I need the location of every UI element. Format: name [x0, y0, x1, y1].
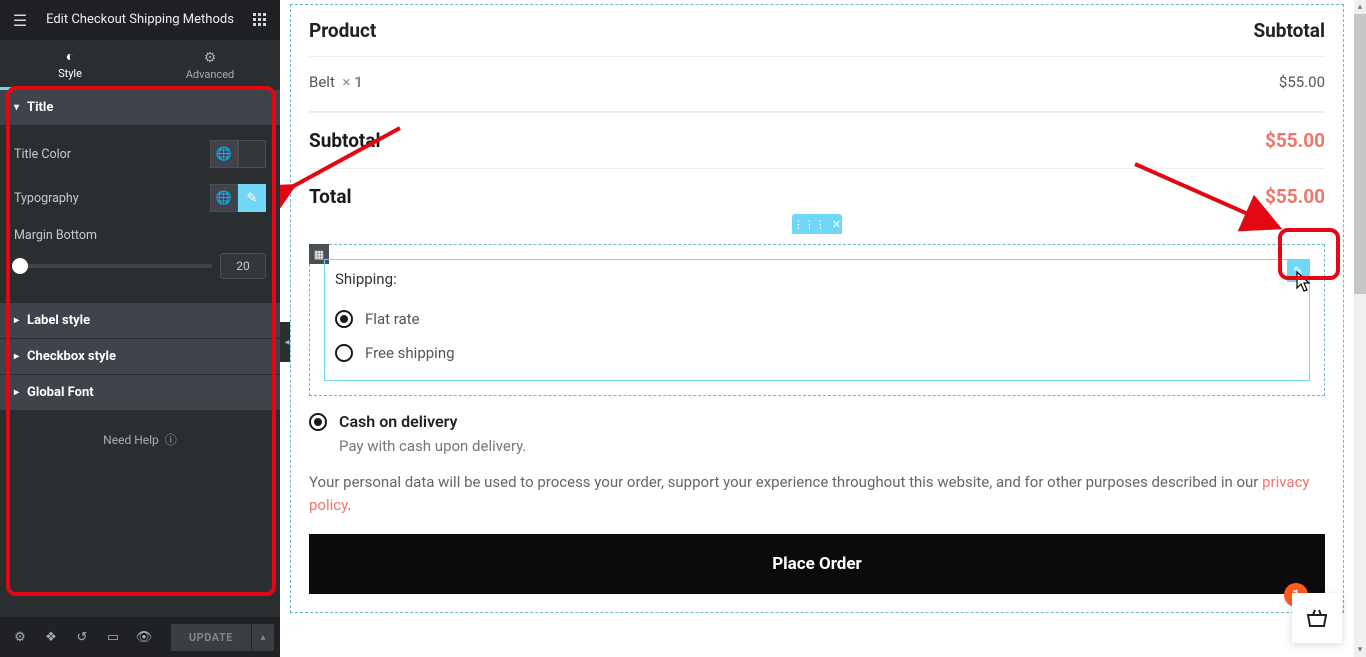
sidebar-title: Edit Checkout Shipping Methods — [32, 8, 248, 32]
scroll-down-icon[interactable]: ▾ — [1354, 643, 1366, 657]
privacy-text: Your personal data will be used to proce… — [309, 471, 1325, 516]
shipping-title: Shipping: — [335, 270, 1299, 288]
help-icon: ⓘ — [165, 431, 177, 448]
sidebar-sections: ▾ Title Title Color 🌐 Typography 🌐 ✎ Mar… — [0, 90, 280, 617]
apps-icon[interactable] — [248, 8, 272, 32]
order-table-header: Product Subtotal — [309, 5, 1325, 56]
shipping-option-flat[interactable]: Flat rate — [335, 302, 1299, 336]
typography-label: Typography — [14, 191, 79, 206]
payment-cod-desc: Pay with cash upon delivery. — [339, 437, 1325, 455]
shipping-widget[interactable]: ✎ Shipping: Flat rate Free shipping — [324, 259, 1310, 381]
preview-area: Product Subtotal Belt × 1 $55.00 Subtota… — [280, 0, 1354, 657]
update-button[interactable]: UPDATE — [171, 624, 251, 651]
total-label: Total — [309, 185, 352, 208]
sidebar-tabs: ◐ Style ⚙ Advanced — [0, 40, 280, 90]
caret-right-icon: ▸ — [14, 351, 19, 362]
pencil-icon[interactable]: ✎ — [238, 184, 266, 212]
section-label-style[interactable]: ▸ Label style — [0, 303, 280, 339]
place-order-button[interactable]: Place Order — [309, 534, 1325, 594]
tab-style[interactable]: ◐ Style — [0, 40, 140, 90]
title-color-controls: 🌐 — [210, 140, 266, 168]
typography-controls: 🌐 ✎ — [210, 184, 266, 212]
section-global-font[interactable]: ▸ Global Font — [0, 375, 280, 411]
section-checkbox-style[interactable]: ▸ Checkbox style — [0, 339, 280, 375]
scroll-thumb[interactable] — [1354, 14, 1366, 294]
section-global-font-label: Global Font — [27, 385, 94, 400]
menu-icon[interactable]: ☰ — [8, 8, 32, 32]
payment-cod[interactable]: Cash on delivery — [309, 412, 1325, 431]
section-title-label: Title — [27, 100, 53, 115]
section-title-header[interactable]: ▾ Title — [0, 90, 280, 126]
globe-icon[interactable]: 🌐 — [210, 184, 238, 212]
shipping-option-free[interactable]: Free shipping — [335, 336, 1299, 370]
margin-bottom-input[interactable] — [220, 253, 266, 279]
section-label-style-label: Label style — [27, 313, 90, 328]
payment-cod-label: Cash on delivery — [339, 412, 457, 431]
color-swatch[interactable] — [238, 140, 266, 168]
globe-icon[interactable]: 🌐 — [210, 140, 238, 168]
tab-style-label: Style — [58, 67, 82, 80]
caret-right-icon: ▸ — [14, 387, 19, 398]
subtotal-row: Subtotal $55.00 — [309, 112, 1325, 168]
scroll-up-icon[interactable]: ▴ — [1354, 0, 1366, 14]
basket-icon — [1305, 606, 1329, 630]
contrast-icon: ◐ — [66, 48, 74, 65]
subtotal-label: Subtotal — [309, 129, 381, 152]
close-icon[interactable]: ✕ — [832, 218, 841, 231]
history-icon[interactable]: ↺ — [68, 623, 96, 651]
responsive-icon[interactable]: ▭ — [99, 623, 127, 651]
subtotal-value: $55.00 — [1265, 129, 1325, 152]
gear-icon: ⚙ — [204, 50, 217, 66]
margin-bottom-label: Margin Bottom — [14, 228, 266, 243]
row-typography: Typography 🌐 ✎ — [14, 184, 266, 212]
margin-bottom-slider[interactable] — [14, 264, 212, 268]
grip-icon[interactable]: ⋮⋮⋮ — [793, 218, 826, 231]
need-help-label: Need Help — [103, 433, 159, 447]
cart-button[interactable] — [1292, 593, 1342, 643]
total-value: $55.00 — [1265, 185, 1325, 208]
caret-down-icon: ▾ — [14, 102, 19, 113]
radio-icon[interactable] — [335, 344, 353, 362]
section-checkbox-style-label: Checkbox style — [27, 349, 116, 364]
update-caret[interactable]: ▴ — [252, 624, 274, 651]
title-color-label: Title Color — [14, 147, 71, 162]
caret-right-icon: ▸ — [14, 315, 19, 326]
section-outline: Product Subtotal Belt × 1 $55.00 Subtota… — [290, 4, 1344, 613]
need-help[interactable]: Need Help ⓘ — [0, 411, 280, 468]
editor-sidebar: ☰ Edit Checkout Shipping Methods ◐ Style… — [0, 0, 280, 657]
radio-checked-icon[interactable] — [309, 413, 327, 431]
radio-checked-icon[interactable] — [335, 310, 353, 328]
col-product: Product — [309, 19, 376, 42]
settings-icon[interactable]: ⚙ — [6, 623, 34, 651]
shipping-widget-wrapper[interactable]: ▦ ✎ Shipping: Flat rate Free shipping — [309, 244, 1325, 396]
page-scrollbar[interactable]: ▴ ▾ — [1354, 0, 1366, 657]
row-margin-bottom: Margin Bottom — [14, 228, 266, 279]
sidebar-header: ☰ Edit Checkout Shipping Methods — [0, 0, 280, 40]
order-item-price: $55.00 — [1279, 73, 1325, 91]
shipping-flat-label: Flat rate — [365, 310, 420, 328]
shipping-free-label: Free shipping — [365, 344, 455, 362]
tab-advanced[interactable]: ⚙ Advanced — [140, 40, 280, 90]
preview-icon[interactable]: 👁 — [130, 623, 158, 651]
cursor-icon — [1293, 270, 1313, 299]
widget-toolbar[interactable]: ⋮⋮⋮ ✕ — [792, 214, 842, 234]
col-subtotal: Subtotal — [1253, 19, 1325, 42]
row-title-color: Title Color 🌐 — [14, 140, 266, 168]
layers-icon[interactable]: ❖ — [37, 623, 65, 651]
order-item-name: Belt × 1 — [309, 73, 363, 91]
order-item-row: Belt × 1 $55.00 — [309, 56, 1325, 107]
section-title-body: Title Color 🌐 Typography 🌐 ✎ Margin Bott… — [0, 126, 280, 303]
tab-advanced-label: Advanced — [186, 68, 234, 81]
sidebar-footer: ⚙ ❖ ↺ ▭ 👁 UPDATE ▴ — [0, 617, 280, 657]
slider-thumb[interactable] — [12, 258, 28, 274]
